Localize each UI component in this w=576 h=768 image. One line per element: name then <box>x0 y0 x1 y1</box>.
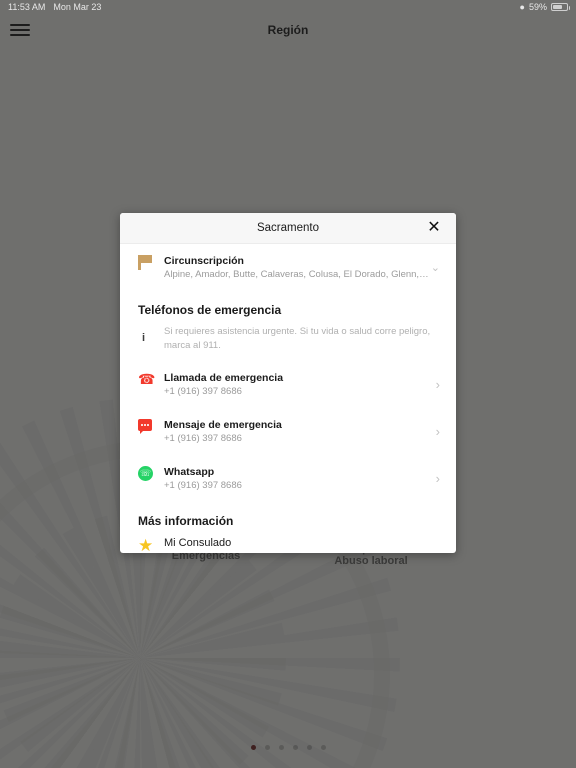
page-dot-2[interactable] <box>264 745 270 750</box>
dialog-title: Sacramento <box>256 222 319 234</box>
status-bar: 11:53 AM Mon Mar 23 ● 59% <box>0 0 576 14</box>
nav-bar: Región <box>0 14 576 46</box>
battery-icon <box>551 3 570 11</box>
status-bar-left: 11:53 AM Mon Mar 23 <box>8 2 101 12</box>
info-icon: i <box>142 332 146 344</box>
chevron-down-icon[interactable]: ⌄ <box>431 261 440 274</box>
chevron-right-icon[interactable]: › <box>424 425 440 438</box>
status-bar-date: Mon Mar 23 <box>53 2 102 12</box>
emergency-sms-number: +1 (916) 397 8686 <box>164 433 242 444</box>
page-title: Región <box>267 23 309 37</box>
mi-consulado-title: Mi Consulado <box>164 537 232 549</box>
dialog-body: Circunscripción Alpine, Amador, Butte, C… <box>120 244 456 553</box>
flag-icon <box>138 254 164 270</box>
close-icon[interactable]: ✕ <box>418 213 450 243</box>
emergency-call-title: Llamada de emergencia <box>164 372 284 384</box>
page-indicator[interactable] <box>0 745 576 750</box>
emergency-section-heading: Teléfonos de emergencia <box>138 303 282 317</box>
circunscripcion-row[interactable]: Circunscripción Alpine, Amador, Butte, C… <box>120 244 456 291</box>
chevron-right-icon[interactable]: › <box>424 472 440 485</box>
circunscripcion-subtitle: Alpine, Amador, Butte, Calaveras, Colusa… <box>164 269 431 280</box>
status-bar-time: 11:53 AM <box>8 2 46 12</box>
emergency-note-row: i Si requieres asistencia urgente. Si tu… <box>120 319 456 361</box>
sms-icon <box>138 418 164 434</box>
dialog-header: Sacramento ✕ <box>120 213 456 244</box>
whatsapp-title: Whatsapp <box>164 466 215 478</box>
whatsapp-row[interactable]: ☏ Whatsapp +1 (916) 397 8686 › <box>120 455 456 502</box>
page-dot-4[interactable] <box>292 745 298 750</box>
whatsapp-icon: ☏ <box>138 465 164 481</box>
status-bar-right: ● 59% <box>519 1 570 12</box>
circunscripcion-text: Circunscripción Alpine, Amador, Butte, C… <box>164 254 431 281</box>
more-info-section-heading: Más información <box>138 514 234 528</box>
page-dot-6[interactable] <box>320 745 326 750</box>
emergency-note-text: Si requieres asistencia urgente. Si tu v… <box>164 326 431 351</box>
emergency-sms-row[interactable]: Mensaje de emergencia +1 (916) 397 8686 … <box>120 408 456 455</box>
chevron-right-icon[interactable]: › <box>424 378 440 391</box>
battery-percent-label: 59% <box>528 2 547 12</box>
page-dot-5[interactable] <box>306 745 312 750</box>
emergency-call-row[interactable]: ☎ Llamada de emergencia +1 (916) 397 868… <box>120 361 456 408</box>
mi-consulado-row[interactable]: ★ Mi Consulado <box>120 530 456 553</box>
emergency-sms-title: Mensaje de emergencia <box>164 419 282 431</box>
wifi-icon: ● <box>519 1 525 12</box>
page-dot-3[interactable] <box>278 745 284 750</box>
star-icon: ★ <box>138 536 154 553</box>
phone-icon: ☎ <box>138 371 156 387</box>
circunscripcion-title: Circunscripción <box>164 255 244 267</box>
page-dot-1[interactable] <box>250 745 256 750</box>
region-detail-dialog: Sacramento ✕ Circunscripción Alpine, Ama… <box>120 213 456 553</box>
whatsapp-number: +1 (916) 397 8686 <box>164 480 242 491</box>
emergency-call-number: +1 (916) 397 8686 <box>164 386 242 397</box>
